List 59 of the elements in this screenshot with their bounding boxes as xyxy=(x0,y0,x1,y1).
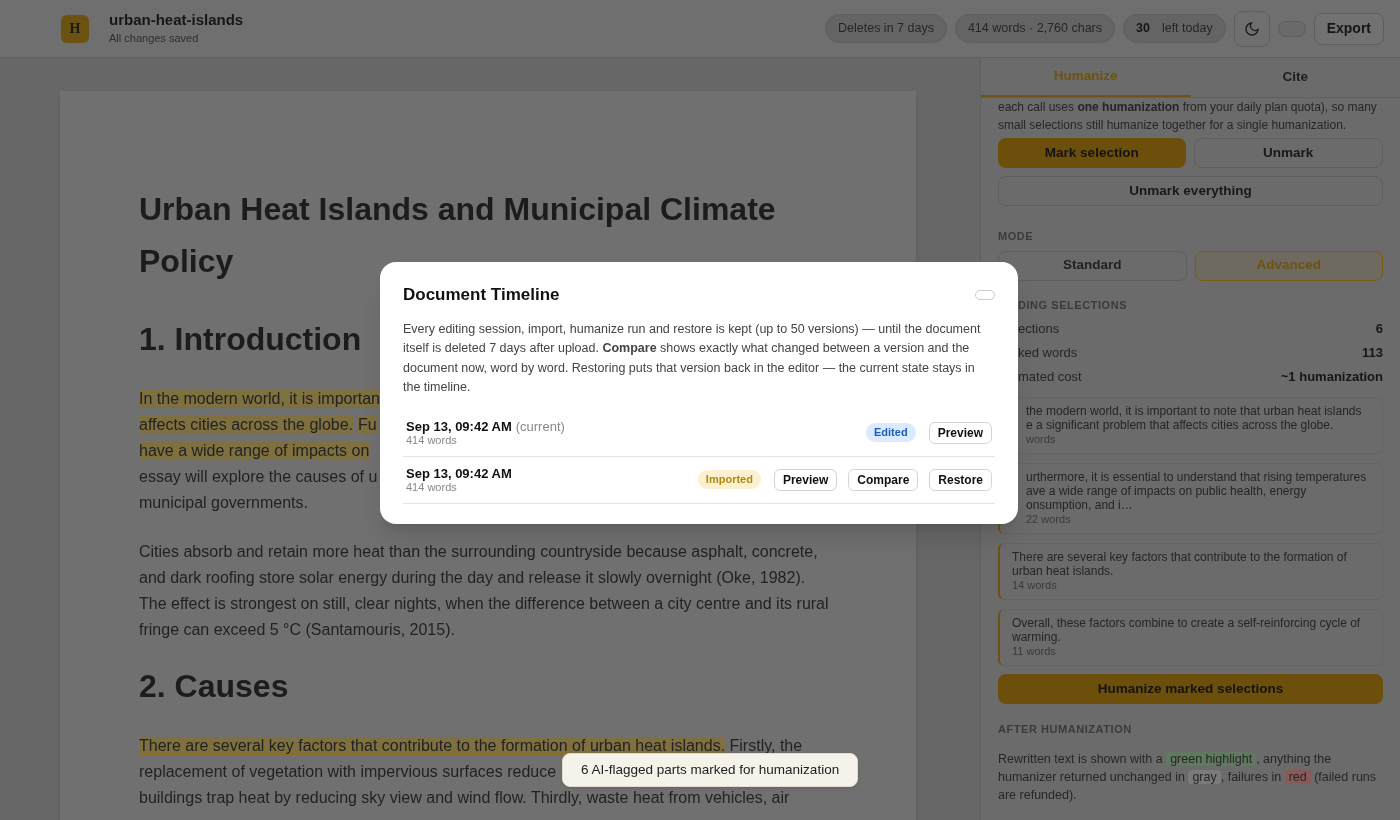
moon-icon xyxy=(1243,20,1260,37)
stat-label: mated cost xyxy=(1018,369,1082,385)
paragraph-line: buildings trap heat by reducing sky view and wind flow. Thirdly, waste heat from vehicles, air xyxy=(139,788,790,808)
selection-text: ave a wide range of impacts on public health, energy xyxy=(1026,484,1308,498)
section-heading: 2. Causes xyxy=(139,667,289,706)
unmark-button[interactable]: Unmark xyxy=(1193,138,1383,168)
selection-text: Overall, these factors combine to create a self-reinforcing cycle of xyxy=(1012,616,1362,630)
version-words: 414 words xyxy=(406,433,458,447)
version-words: 414 words xyxy=(406,480,458,494)
dialog-description: Every editing session, import, humanize run and restore is kept (up to 50 versions) — until the document itself is deleted 7 days after upload. Compare shows exactly what changed between a version and the document now, word by word. Restoring puts that version back in the editor — the current state stays in the timeline. xyxy=(403,320,982,396)
version-action-button[interactable]: Restore xyxy=(929,468,992,491)
paragraph-line: replacement of vegetation with impervious surfaces reduce xyxy=(139,762,557,782)
paragraph-line: fringe can exceed 5 °C (Santamouris, 2015). xyxy=(139,620,455,640)
version-time: Sep 13, 09:42 AM xyxy=(406,465,512,481)
selection-text: e a significant problem that affects cities across the globe. xyxy=(1026,418,1335,432)
save-status: All changes saved xyxy=(109,31,200,47)
paragraph-line: Cities absorb and retain more heat than the surrounding countryside because asphalt, concrete, xyxy=(139,542,818,562)
paragraph-line: municipal governments. xyxy=(139,493,308,513)
document-heading: Urban Heat Islands and Municipal Climate Policy xyxy=(139,190,777,281)
paragraph-line: affects cities across the globe. Fu xyxy=(139,415,377,436)
stat-label: ections xyxy=(1018,321,1060,337)
stat-value: 6 xyxy=(1375,321,1383,337)
toast-message: 6 AI-flagged parts marked for humanization xyxy=(562,753,859,788)
stat-value: ~1 humanization xyxy=(1280,369,1383,385)
quota-count: 30 xyxy=(1136,20,1150,38)
stat-value: 113 xyxy=(1362,345,1383,361)
paragraph-line: The effect is strongest on still, clear nights, when the difference between a city centre and its rural xyxy=(139,594,829,614)
unmark-everything-button[interactable]: Unmark everything xyxy=(998,176,1383,206)
mark-selection-button[interactable]: Mark selection xyxy=(998,138,1186,168)
panel-tab[interactable]: Cite xyxy=(1190,58,1400,97)
section-heading: 1. Introduction xyxy=(139,320,362,359)
version-action-button[interactable]: Compare xyxy=(848,468,919,491)
version-note: (current) xyxy=(515,418,565,434)
version-time: Sep 13, 09:42 AM xyxy=(406,418,512,434)
version-action-button[interactable]: Preview xyxy=(773,468,838,491)
version-badge: Edited xyxy=(866,423,916,442)
selection-text: urban heat islands. xyxy=(1012,564,1115,578)
info-pill: Deletes in 7 days xyxy=(825,14,947,43)
version-badge: Imported xyxy=(697,470,761,489)
intro-text: each call uses one humanization from your daily plan quota), so many xyxy=(998,99,1377,116)
version-action-button[interactable]: Preview xyxy=(928,421,992,444)
selection-text: urthermore, it is essential to understand that rising temperatures xyxy=(1026,470,1368,484)
selection-text: onsumption, and i… xyxy=(1026,498,1134,512)
stat-label: ked words xyxy=(1018,345,1078,361)
quota-label: left today xyxy=(1161,20,1213,38)
intro-text: small selections still humanize together for a single humanization. xyxy=(998,117,1347,134)
selection-text: warming. xyxy=(1012,630,1062,644)
selection-text: the modern world, it is important to note that urban heat islands xyxy=(1026,404,1363,418)
logo-badge: H xyxy=(61,14,89,43)
export-button[interactable]: Export xyxy=(1313,12,1384,45)
info-pill: 414 words · 2,760 chars xyxy=(954,14,1115,43)
selection-text: There are several key factors that contribute to the formation of xyxy=(1012,550,1348,564)
dark-mode-button[interactable] xyxy=(1233,10,1270,47)
document-title: urban-heat-islands xyxy=(109,10,244,31)
paragraph-line: and dark roofing store solar energy during the day and release it slowly overnight (Oke, 1982). xyxy=(139,568,806,588)
humanize-button[interactable]: Humanize marked selections xyxy=(998,674,1383,704)
dialog-title: Document Timeline xyxy=(403,284,560,306)
paragraph-line: essay will explore the causes of u xyxy=(139,467,378,487)
legend-text: Rewritten text is shown with a green highlight , anything the humanizer returned unchanged in gray , failures in red (failed runs are refunded). xyxy=(998,750,1378,804)
